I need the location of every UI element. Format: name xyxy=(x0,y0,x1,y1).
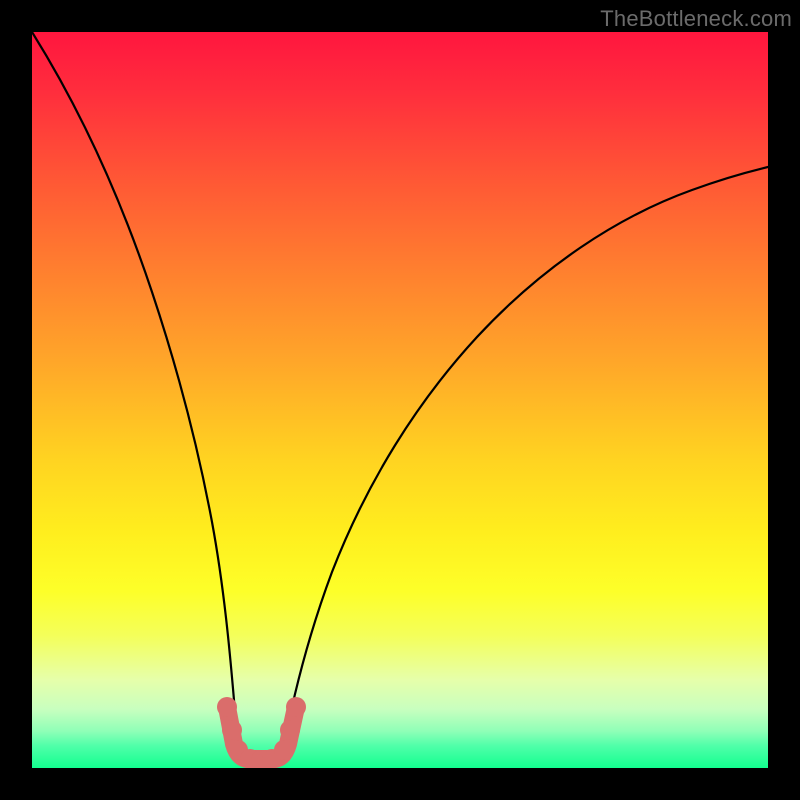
sweet-spot-dot xyxy=(286,697,306,717)
sweet-spot-dot xyxy=(217,697,237,717)
curve-right xyxy=(282,167,768,756)
watermark-text: TheBottleneck.com xyxy=(600,6,792,32)
sweet-spot-dot xyxy=(280,720,300,740)
chart-svg xyxy=(32,32,768,768)
curve-left xyxy=(32,32,240,756)
chart-frame xyxy=(32,32,768,768)
plot-area xyxy=(32,32,768,768)
sweet-spot-dot xyxy=(274,740,294,760)
sweet-spot-dot xyxy=(222,720,242,740)
